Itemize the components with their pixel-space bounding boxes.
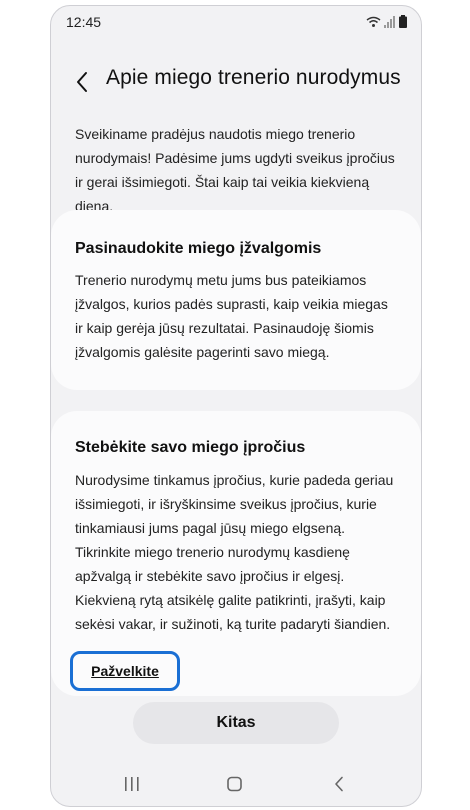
insights-card-text: Trenerio nurodymų metu jums bus pateikia… [75,272,388,360]
recent-apps-icon[interactable] [123,776,141,792]
look-link-label: Pažvelkite [91,663,159,679]
signal-icon [384,15,395,28]
next-button[interactable]: Kitas [133,702,339,744]
insights-card: Pasinaudokite miego įžvalgomis Trenerio … [51,210,421,390]
nav-back-icon[interactable] [331,776,349,792]
intro-text: Sveikiname pradėjus naudotis miego trene… [75,126,395,214]
battery-icon [399,15,407,28]
next-button-label: Kitas [216,714,256,731]
wifi-icon [366,16,381,27]
habits-card-title: Stebėkite savo miego įpročius [75,439,306,456]
page-title: Apie miego trenerio nurodymus [106,66,401,89]
insights-card-title: Pasinaudokite miego įžvalgomis [75,240,322,257]
phone-screen: 12:45 Apie miego trenerio nurodymus Svei… [50,5,422,807]
status-time: 12:45 [66,14,102,30]
habits-card-text: Nurodysime tinkamus įpročius, kurie pade… [75,472,394,632]
app-header: Apie miego trenerio nurodymus [51,62,421,106]
home-icon[interactable] [226,776,244,792]
status-icons [366,15,407,28]
status-bar: 12:45 [51,6,421,40]
back-arrow-icon[interactable] [71,70,95,94]
look-link-button[interactable]: Pažvelkite [70,651,180,691]
navigation-bar [51,766,421,806]
